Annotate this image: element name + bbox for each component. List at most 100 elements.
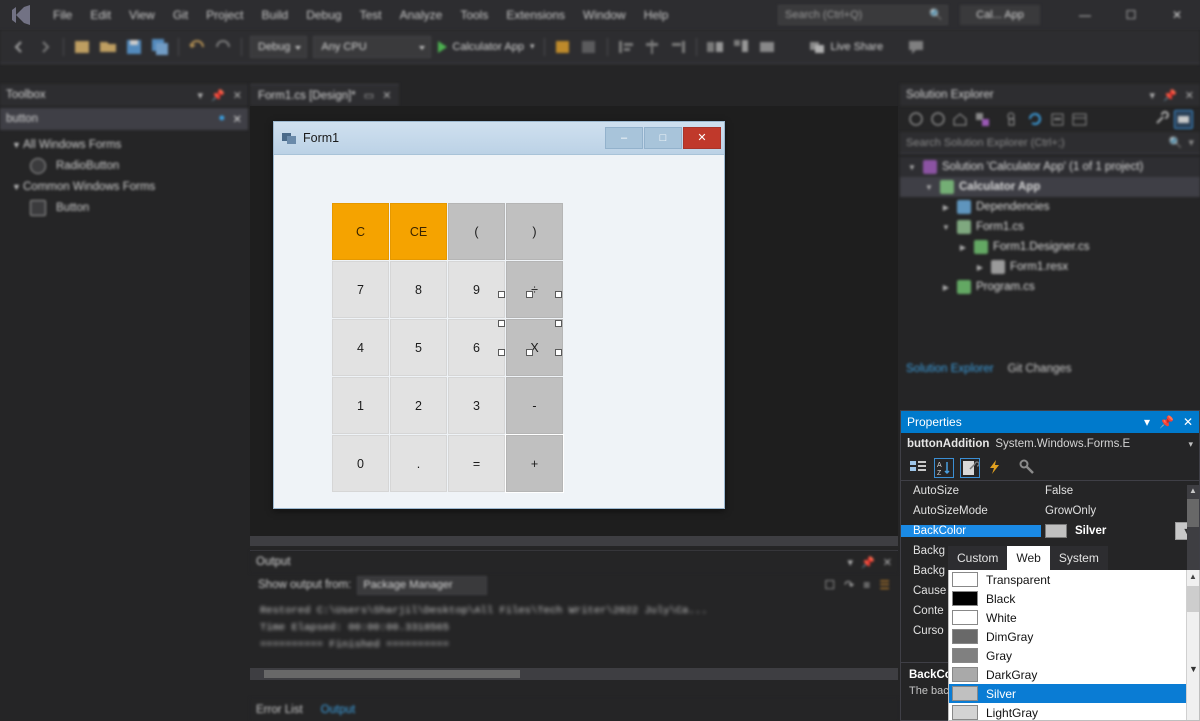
redo-icon[interactable] [212,36,234,58]
menu-item-test[interactable]: Test [351,4,391,26]
toolbox-pin-icon[interactable]: 📌 [211,89,225,102]
property-value[interactable]: False [1041,485,1199,497]
show-output-from-combo[interactable]: Package Manager [357,575,488,595]
se-close-icon[interactable]: ✕ [1185,89,1194,102]
properties-pin-icon[interactable]: 📌 [1159,415,1174,429]
solution-tree-item[interactable]: ▶ Form1.resx [900,257,1200,277]
color-tab-system[interactable]: System [1049,546,1108,570]
toolbox-search-input[interactable]: button ● ✕ [0,108,248,130]
calc-button-ce[interactable]: CE [390,203,447,260]
toolbox-item-button[interactable]: Button [0,196,248,220]
calc-button-minus[interactable]: - [506,377,563,434]
expander-icon[interactable]: ▼ [12,140,23,150]
scrollbar-thumb[interactable] [264,670,520,678]
tab-output[interactable]: Output [321,704,356,716]
form-designer-surface[interactable]: Form1 – □ ✕ C CE () 7 8 9 ÷ 4 5 6 X 1 2 3 - 0. = + [250,106,898,546]
solution-tree-item[interactable]: ▶ Form1.Designer.cs [900,237,1200,257]
chevron-down-icon[interactable]: ▼ [906,163,918,172]
toolbox-clear-icon[interactable]: ✕ [232,112,242,126]
make-same-size-icon[interactable] [756,36,778,58]
color-option-transparent[interactable]: Transparent [949,570,1199,589]
menu-item-debug[interactable]: Debug [297,4,350,26]
color-option-darkgray[interactable]: DarkGray [949,665,1199,684]
menu-item-extensions[interactable]: Extensions [497,4,574,26]
scroll-up-icon[interactable]: ▲ [1187,485,1199,497]
calc-button-6[interactable]: 6 [448,319,505,376]
properties-window-icon[interactable] [1152,110,1171,129]
pending-changes-filter-icon[interactable] [1004,110,1023,129]
property-row-autosize[interactable]: AutoSize False [901,481,1199,501]
scrollbar-thumb[interactable] [1187,586,1199,612]
resize-handle-s[interactable] [526,349,533,356]
close-icon[interactable]: ✕ [382,89,391,102]
make-same-height-icon[interactable] [730,36,752,58]
configuration-combo[interactable]: Debug [250,35,308,58]
undo-icon[interactable] [186,36,208,58]
close-button[interactable]: ✕ [1154,0,1200,30]
chevron-down-icon[interactable]: ▼ [923,183,935,192]
scroll-up-icon[interactable]: ▲ [1187,570,1199,584]
solution-tree-item[interactable]: ▼ Calculator App [900,177,1200,197]
feedback-icon[interactable] [905,36,927,58]
calc-button-close-paren[interactable]: ) [506,203,563,260]
calc-button-x[interactable]: X [506,319,563,376]
color-option-list[interactable]: ▲ ▼ Transparent Black White DimGray Gray Dark… [948,570,1200,721]
resize-handle-w[interactable] [498,320,505,327]
calc-button-9[interactable]: 9 [448,261,505,318]
forward-icon[interactable] [929,110,948,129]
menu-item-project[interactable]: Project [197,4,252,26]
platform-combo[interactable]: Any CPU [313,35,432,58]
menu-item-edit[interactable]: Edit [81,4,120,26]
calc-button-c[interactable]: C [332,203,389,260]
make-same-width-icon[interactable] [704,36,726,58]
property-row-autosizemode[interactable]: AutoSizeMode GrowOnly [901,501,1199,521]
property-row-backcolor[interactable]: BackColorSilver▼ [901,521,1199,541]
start-debug-button[interactable]: Calculator App ▾ [438,40,535,53]
minimize-button[interactable]: — [1062,0,1108,30]
property-pages-icon[interactable] [1018,458,1038,478]
search-input[interactable]: Search (Ctrl+Q) 🔍 [778,5,948,25]
output-dropdown-icon[interactable]: ▾ [848,556,854,569]
pin-icon[interactable]: ▭ [364,89,374,102]
menu-item-build[interactable]: Build [253,4,298,26]
events-icon[interactable] [986,458,1006,478]
output-pin-icon[interactable]: 📌 [861,556,875,569]
refresh-icon[interactable] [1026,110,1045,129]
color-option-silver[interactable]: Silver [949,684,1199,703]
se-pin-icon[interactable]: 📌 [1163,89,1177,102]
output-close-icon[interactable]: ✕ [883,556,892,569]
calc-button-÷[interactable]: ÷ [506,261,563,318]
open-file-icon[interactable] [97,36,119,58]
property-value[interactable]: Silver▼ [1041,522,1199,540]
properties-close-icon[interactable]: ✕ [1183,415,1193,429]
color-option-dimgray[interactable]: DimGray [949,627,1199,646]
menu-item-tools[interactable]: Tools [451,4,497,26]
properties-object-selector[interactable]: buttonAddition System.Windows.Forms.E ▾ [901,433,1199,455]
find-message-icon[interactable]: ≡ [863,578,870,592]
resize-handle-n[interactable] [526,291,533,298]
collapse-all-icon[interactable] [1048,110,1067,129]
calc-button-plus[interactable]: + [505,434,564,493]
toolbox-search-icon[interactable]: ● [218,112,225,126]
toggle-wordwrap-icon[interactable]: ↷ [844,578,854,592]
menu-item-view[interactable]: View [120,4,164,26]
color-option-white[interactable]: White [949,608,1199,627]
show-all-files-icon[interactable] [1070,110,1089,129]
save-icon[interactable] [123,36,145,58]
calc-button-4[interactable]: 4 [332,319,389,376]
form-minimize-button[interactable]: – [605,126,643,149]
hot-reload-icon[interactable] [552,36,574,58]
toolbox-item-radiobutton[interactable]: RadioButton [0,154,248,178]
se-search-icon[interactable]: 🔍 [1169,136,1183,149]
backcolor-dropdown[interactable]: Custom Web System ▲ ▼ Transparent Black Wh… [948,546,1200,721]
properties-icon[interactable] [960,457,980,478]
clear-output-icon[interactable]: ☐ [824,578,835,592]
align-lefts-icon[interactable] [615,36,637,58]
align-centers-icon[interactable] [641,36,663,58]
navigate-backward-icon[interactable] [8,36,30,58]
new-project-icon[interactable] [71,36,93,58]
resize-handle-sw[interactable] [498,349,505,356]
solution-tree-item[interactable]: ▼ Form1.cs [900,217,1200,237]
resize-handle-se[interactable] [555,349,562,356]
toolbox-close-icon[interactable]: ✕ [233,89,242,102]
